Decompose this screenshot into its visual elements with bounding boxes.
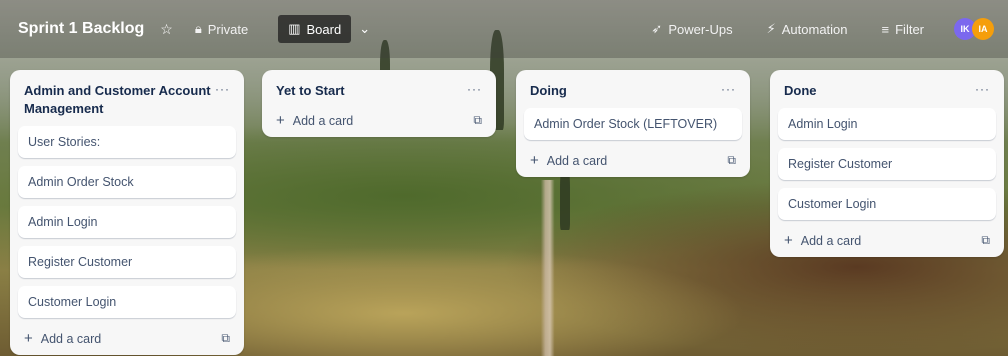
automation-label: Automation xyxy=(781,21,848,37)
add-card-label: Add a card xyxy=(546,153,608,168)
list-header: Admin and Customer Account Management ··… xyxy=(18,76,236,126)
add-card-row: + Add a card ⧉ xyxy=(778,228,996,249)
list-menu-icon[interactable]: ··· xyxy=(467,82,482,96)
add-card-label: Add a card xyxy=(292,113,354,128)
card[interactable]: User Stories: xyxy=(18,126,236,158)
star-icon[interactable]: ☆ xyxy=(160,21,173,38)
list-title[interactable]: Admin and Customer Account Management xyxy=(24,82,215,118)
visibility-button[interactable]: 🔒︎ Private xyxy=(187,15,256,43)
list-header: Yet to Start ··· xyxy=(270,76,488,108)
list-title[interactable]: Yet to Start xyxy=(276,82,345,100)
list-done: Done ··· Admin Login Register Customer C… xyxy=(770,70,1004,257)
list-menu-icon[interactable]: ··· xyxy=(215,82,230,96)
header-actions: ➶ Power-Ups ⚡︎ Automation ≡ Filter IK IA xyxy=(643,15,994,43)
card[interactable]: Admin Order Stock (LEFTOVER) xyxy=(524,108,742,140)
list-yet-to-start: Yet to Start ··· + Add a card ⧉ xyxy=(262,70,496,137)
board-view-label: Board xyxy=(306,21,342,37)
list-title[interactable]: Doing xyxy=(530,82,567,100)
board-view-button[interactable]: ▥ Board xyxy=(278,15,352,43)
add-card-row: + Add a card ⧉ xyxy=(18,326,236,347)
card[interactable]: Admin Order Stock xyxy=(18,166,236,198)
list-header: Doing ··· xyxy=(524,76,742,108)
chevron-down-icon[interactable]: ⌄ xyxy=(359,21,370,37)
filter-label: Filter xyxy=(895,21,924,37)
powerups-label: Power-Ups xyxy=(668,21,733,37)
rocket-icon: ➶ xyxy=(651,21,663,36)
plus-icon: + xyxy=(276,112,285,129)
card[interactable]: Register Customer xyxy=(18,246,236,278)
board-header: Sprint 1 Backlog ☆ 🔒︎ Private ▥ Board ⌄ … xyxy=(0,0,1008,58)
card[interactable]: Admin Login xyxy=(18,206,236,238)
card[interactable]: Customer Login xyxy=(778,188,996,220)
list-header: Done ··· xyxy=(778,76,996,108)
filter-icon: ≡ xyxy=(881,21,890,37)
member-avatars[interactable]: IK IA xyxy=(954,18,994,40)
visibility-label: Private xyxy=(207,21,249,37)
card[interactable]: Register Customer xyxy=(778,148,996,180)
plus-icon: + xyxy=(24,330,33,347)
template-icon[interactable]: ⧉ xyxy=(221,331,230,346)
add-card-label: Add a card xyxy=(40,331,102,346)
card[interactable]: Customer Login xyxy=(18,286,236,318)
add-card-button[interactable]: + Add a card xyxy=(24,330,101,347)
add-card-label: Add a card xyxy=(800,233,862,248)
list-admin-customer: Admin and Customer Account Management ··… xyxy=(10,70,244,355)
add-card-button[interactable]: + Add a card xyxy=(784,232,861,249)
automation-button[interactable]: ⚡︎ Automation xyxy=(759,15,856,43)
list-menu-icon[interactable]: ··· xyxy=(721,82,736,96)
list-title[interactable]: Done xyxy=(784,82,817,100)
board-title[interactable]: Sprint 1 Backlog xyxy=(18,20,144,38)
list-menu-icon[interactable]: ··· xyxy=(975,82,990,96)
list-doing: Doing ··· Admin Order Stock (LEFTOVER) +… xyxy=(516,70,750,177)
template-icon[interactable]: ⧉ xyxy=(473,113,482,128)
board-icon: ▥ xyxy=(288,21,301,36)
add-card-button[interactable]: + Add a card xyxy=(530,152,607,169)
template-icon[interactable]: ⧉ xyxy=(727,153,736,168)
template-icon[interactable]: ⧉ xyxy=(981,233,990,248)
add-card-button[interactable]: + Add a card xyxy=(276,112,353,129)
add-card-row: + Add a card ⧉ xyxy=(270,108,488,129)
lightning-icon: ⚡︎ xyxy=(766,21,776,36)
plus-icon: + xyxy=(530,152,539,169)
lock-icon: 🔒︎ xyxy=(194,21,202,36)
card[interactable]: Admin Login xyxy=(778,108,996,140)
avatar[interactable]: IA xyxy=(972,18,994,40)
plus-icon: + xyxy=(784,232,793,249)
filter-button[interactable]: ≡ Filter xyxy=(874,16,932,43)
background-road xyxy=(504,180,596,356)
add-card-row: + Add a card ⧉ xyxy=(524,148,742,169)
powerups-button[interactable]: ➶ Power-Ups xyxy=(643,15,740,43)
